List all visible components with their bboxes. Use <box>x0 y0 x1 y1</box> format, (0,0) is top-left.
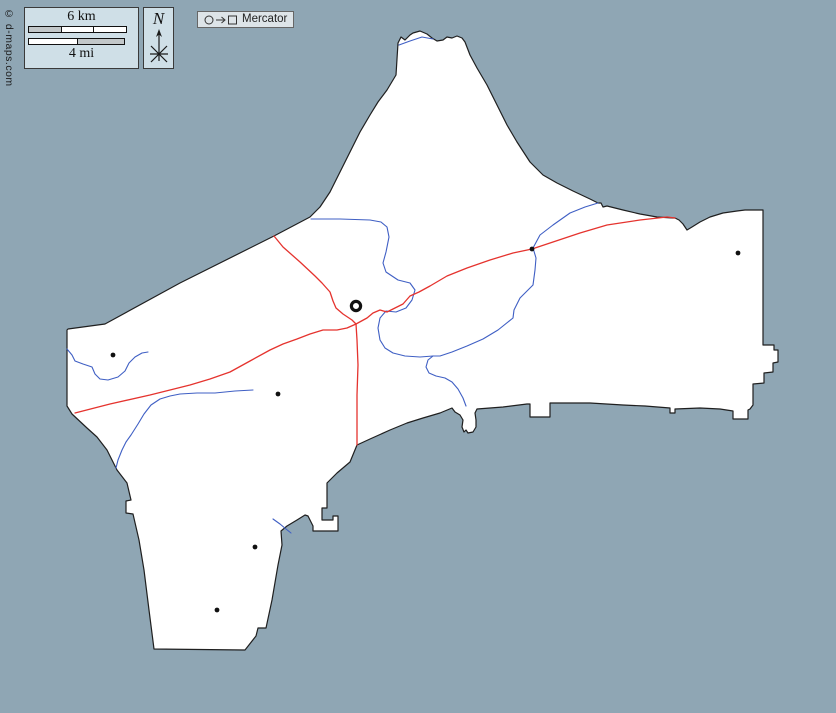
north-compass: N <box>143 7 174 69</box>
projection-label-box: Mercator <box>197 11 294 28</box>
attribution-text: © d-maps.com <box>3 8 15 87</box>
scale-bar-km <box>28 26 127 33</box>
city-dot <box>736 251 741 256</box>
map-canvas <box>0 0 836 713</box>
capital-city-ring <box>351 301 360 310</box>
scale-bar-mi <box>28 38 125 45</box>
city-dot <box>215 608 220 613</box>
north-label: N <box>144 10 173 28</box>
scale-km-label: 6 km <box>25 10 138 24</box>
city-dot <box>111 353 116 358</box>
scale-bar: 6 km 4 mi <box>24 7 139 69</box>
scale-mi-label: 4 mi <box>25 47 138 61</box>
city-dot <box>276 392 281 397</box>
territory-outline <box>67 31 778 650</box>
city-dot <box>530 247 535 252</box>
projection-name: Mercator <box>242 12 287 27</box>
city-dot <box>253 545 258 550</box>
map-page: { "attribution": "© d-maps.com", "scale_… <box>0 0 836 713</box>
projection-symbol-icon <box>204 14 238 26</box>
north-arrow-icon <box>145 28 173 66</box>
